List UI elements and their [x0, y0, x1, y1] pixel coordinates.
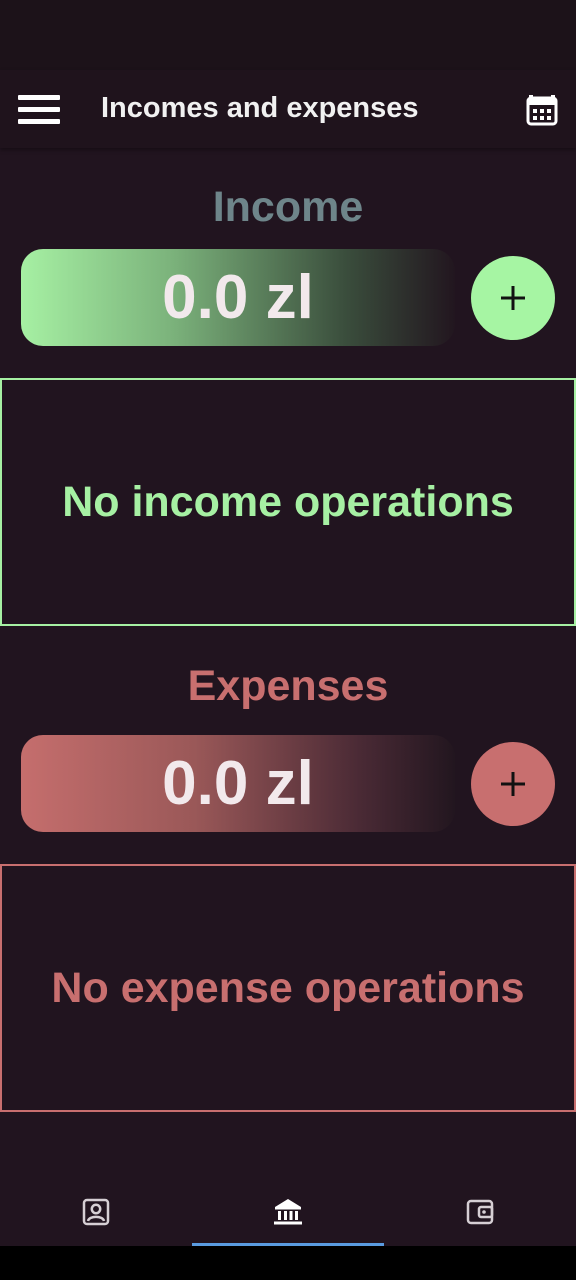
expenses-section-title: Expenses — [187, 662, 389, 710]
income-operations-list: No income operations — [0, 378, 576, 626]
bottom-navigation — [0, 1176, 576, 1246]
expenses-total-amount: 0.0 zl — [162, 749, 314, 818]
expense-empty-message: No expense operations — [51, 963, 525, 1012]
plus-icon — [501, 286, 525, 310]
account-box-icon — [82, 1198, 110, 1226]
add-expense-button[interactable] — [471, 742, 555, 826]
expense-operations-list: No expense operations — [0, 864, 576, 1112]
income-total-card: 0.0 zl — [21, 249, 455, 346]
calendar-icon[interactable] — [522, 90, 562, 130]
wallet-icon — [466, 1199, 494, 1225]
add-income-button[interactable] — [471, 256, 555, 340]
income-empty-message: No income operations — [62, 477, 514, 526]
plus-icon — [501, 772, 525, 796]
income-section-title: Income — [212, 183, 364, 231]
hamburger-menu-icon[interactable] — [10, 83, 68, 135]
nav-item-wallet[interactable] — [384, 1176, 576, 1246]
app-bar: Incomes and expenses — [0, 70, 576, 148]
bank-icon — [274, 1199, 302, 1225]
income-total-amount: 0.0 zl — [162, 263, 314, 332]
nav-item-bank[interactable] — [192, 1176, 384, 1246]
nav-item-profile[interactable] — [0, 1176, 192, 1246]
status-bar — [0, 0, 576, 70]
app-title: Incomes and expenses — [101, 92, 419, 124]
expenses-total-card: 0.0 zl — [21, 735, 455, 832]
system-navigation-bar — [0, 1246, 576, 1280]
